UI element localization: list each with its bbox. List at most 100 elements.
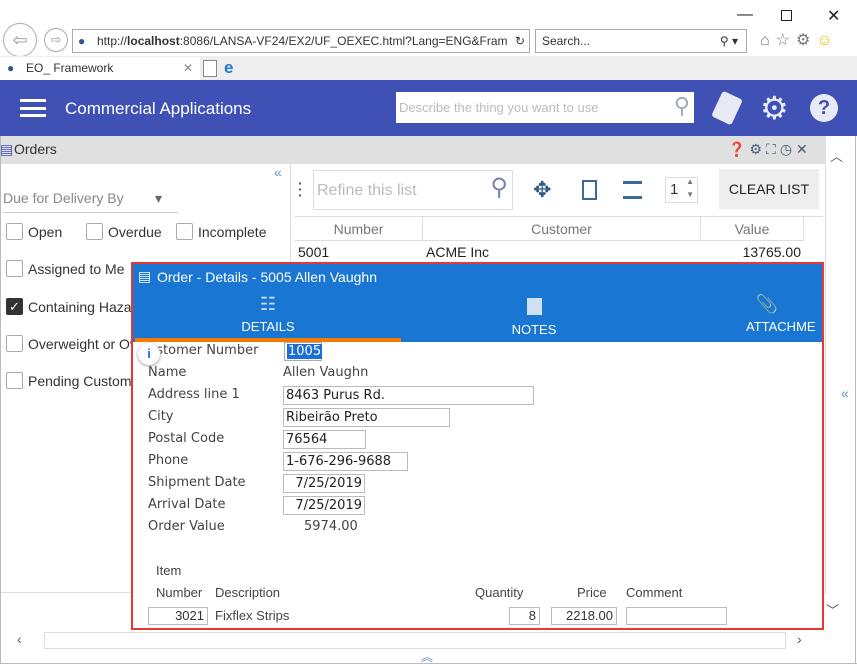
customer-number-field[interactable]: 1005	[284, 342, 323, 361]
search-icon[interactable]: ⚲ ▾	[720, 30, 738, 52]
browser-tab[interactable]: ● EO_ Framework ✕	[0, 57, 200, 80]
order-value: 5974.00	[304, 519, 358, 534]
address-field[interactable]: 8463 Purus Rd.	[283, 386, 534, 405]
scroll-right-icon[interactable]: ›	[797, 631, 802, 647]
label-postal-code: Postal Code	[148, 431, 225, 446]
expand-icon[interactable]: ⛶	[766, 141, 780, 157]
item-number-field[interactable]: 3021	[148, 607, 208, 625]
table-row[interactable]: 5001 ACME Inc 13765.00	[295, 244, 805, 262]
items-header-item: Item	[156, 563, 182, 578]
details-icon: ☷	[259, 294, 277, 314]
city-field[interactable]: Ribeirão Preto	[283, 408, 450, 427]
tab-label: ATTACHME	[746, 319, 816, 334]
info-icon[interactable]: i	[138, 343, 160, 365]
back-button[interactable]: ⇦	[3, 23, 37, 57]
label-city: City	[148, 409, 174, 424]
page-value: 1	[670, 181, 679, 198]
list-view-icon[interactable]	[582, 180, 597, 200]
item-price-field[interactable]: 2218.00	[551, 607, 617, 625]
horizontal-scrollbar[interactable]	[44, 632, 786, 649]
scroll-left-icon[interactable]: ‹	[17, 631, 22, 647]
gear-icon[interactable]: ⚙	[749, 141, 766, 157]
name-value: Allen Vaughn	[283, 365, 369, 380]
item-comment-field[interactable]	[626, 607, 727, 625]
scroll-up-icon[interactable]: ︿	[830, 146, 843, 165]
label-phone: Phone	[148, 453, 189, 468]
tab-details[interactable]: ☷ DETAILS	[135, 294, 401, 342]
filter-label: Containing Haza	[28, 299, 132, 315]
hamburger-icon[interactable]	[20, 99, 46, 117]
tab-notes[interactable]: NOTES	[401, 294, 667, 342]
new-tab-icon[interactable]	[203, 60, 217, 77]
tags-icon[interactable]	[711, 90, 743, 126]
search-icon[interactable]: ⚲	[490, 173, 508, 202]
checkbox[interactable]: ✓	[6, 298, 23, 315]
label-address: Address line 1	[148, 387, 240, 402]
help-icon[interactable]: ❓	[728, 141, 749, 157]
filter-label: Open	[28, 224, 63, 240]
scroll-down-icon[interactable]: ﹀	[826, 600, 839, 619]
minimize-button[interactable]: —	[737, 6, 753, 24]
note-icon	[526, 298, 542, 315]
app-bar: Commercial Applications Describe the thi…	[0, 80, 857, 136]
shipment-date-field[interactable]: 7/25/2019	[283, 474, 365, 493]
column-header-number[interactable]: Number	[295, 217, 423, 241]
browser-search[interactable]: Search... ⚲ ▾	[535, 29, 747, 53]
maximize-button[interactable]	[781, 10, 792, 21]
home-icon[interactable]: ⌂	[760, 32, 776, 49]
app-search-placeholder: Describe the thing you want to use	[399, 100, 599, 115]
page-stepper[interactable]: 1 ▲ ▼	[665, 177, 698, 203]
checkbox[interactable]	[6, 372, 23, 389]
close-window-button[interactable]: ✕	[827, 6, 840, 26]
refresh-icon[interactable]: ↻	[515, 30, 525, 52]
arrival-date-field[interactable]: 7/25/2019	[283, 496, 365, 515]
customer-number-value: 1005	[287, 344, 323, 359]
refine-list-input[interactable]: Refine this list ⚲	[313, 170, 513, 210]
collapse-left-icon[interactable]: «	[274, 164, 282, 180]
more-menu-icon[interactable]: · · ·	[298, 176, 303, 202]
dropdown-arrow-icon: ▾	[155, 190, 163, 206]
checkbox[interactable]	[6, 223, 23, 240]
item-quantity-field[interactable]: 8	[509, 607, 540, 625]
checkbox[interactable]	[6, 335, 23, 352]
tab-attachments[interactable]: 📎 ATTACHME	[667, 294, 822, 342]
document-icon: ▤	[0, 141, 14, 157]
app-search-input[interactable]: Describe the thing you want to use ⚲	[396, 92, 694, 123]
column-header-customer[interactable]: Customer	[423, 217, 701, 241]
filter-label: Overdue	[108, 224, 162, 240]
move-icon[interactable]: ✥	[533, 177, 551, 203]
address-bar[interactable]: ● http://localhost:8086/LANSA-VF24/EX2/UF…	[72, 29, 530, 53]
url-prefix: http://	[97, 34, 128, 48]
label-arrival-date: Arrival Date	[148, 497, 226, 512]
label-order-value: Order Value	[148, 519, 225, 534]
star-icon[interactable]: ☆	[776, 32, 796, 49]
card-view-icon[interactable]	[623, 181, 642, 199]
browser-toolbar-icons[interactable]: ⌂☆⚙☺	[760, 30, 839, 50]
ie-icon[interactable]: e	[224, 58, 233, 78]
app-title: Commercial Applications	[65, 99, 252, 118]
smiley-icon[interactable]: ☺	[816, 32, 838, 49]
clear-list-button[interactable]: CLEAR LIST	[719, 169, 819, 209]
search-icon[interactable]: ⚲	[674, 93, 690, 119]
close-tab-icon[interactable]: ✕	[183, 57, 193, 80]
forward-button[interactable]: ⇨	[44, 28, 68, 52]
postal-code-field[interactable]: 76564	[283, 430, 366, 449]
phone-field[interactable]: 1-676-296-9688	[283, 452, 408, 471]
close-icon[interactable]: ✕	[796, 141, 812, 157]
help-icon[interactable]: ?	[810, 94, 838, 122]
label-name: Name	[148, 365, 187, 380]
gear-icon[interactable]: ⚙	[796, 32, 816, 49]
history-icon[interactable]: ◷	[780, 141, 796, 157]
cell-number: 5001	[298, 244, 330, 260]
orders-title: Orders	[14, 141, 57, 157]
collapse-right-icon[interactable]: «	[841, 385, 849, 401]
order-details-panel: ▤ Order - Details - 5005 Allen Vaughn ☷ D…	[131, 262, 824, 630]
column-header-value[interactable]: Value	[701, 217, 804, 241]
browser-search-placeholder: Search...	[542, 34, 591, 48]
due-for-delivery-select[interactable]: Due for Delivery By ▾	[3, 190, 178, 213]
checkbox[interactable]	[6, 260, 23, 277]
checkbox[interactable]	[86, 223, 103, 240]
checkbox[interactable]	[176, 223, 193, 240]
url-rest: :8086/LANSA-VF24/EX2/UF_OEXEC.html?Lang=…	[179, 34, 508, 48]
settings-icon[interactable]: ⚙	[760, 89, 789, 127]
